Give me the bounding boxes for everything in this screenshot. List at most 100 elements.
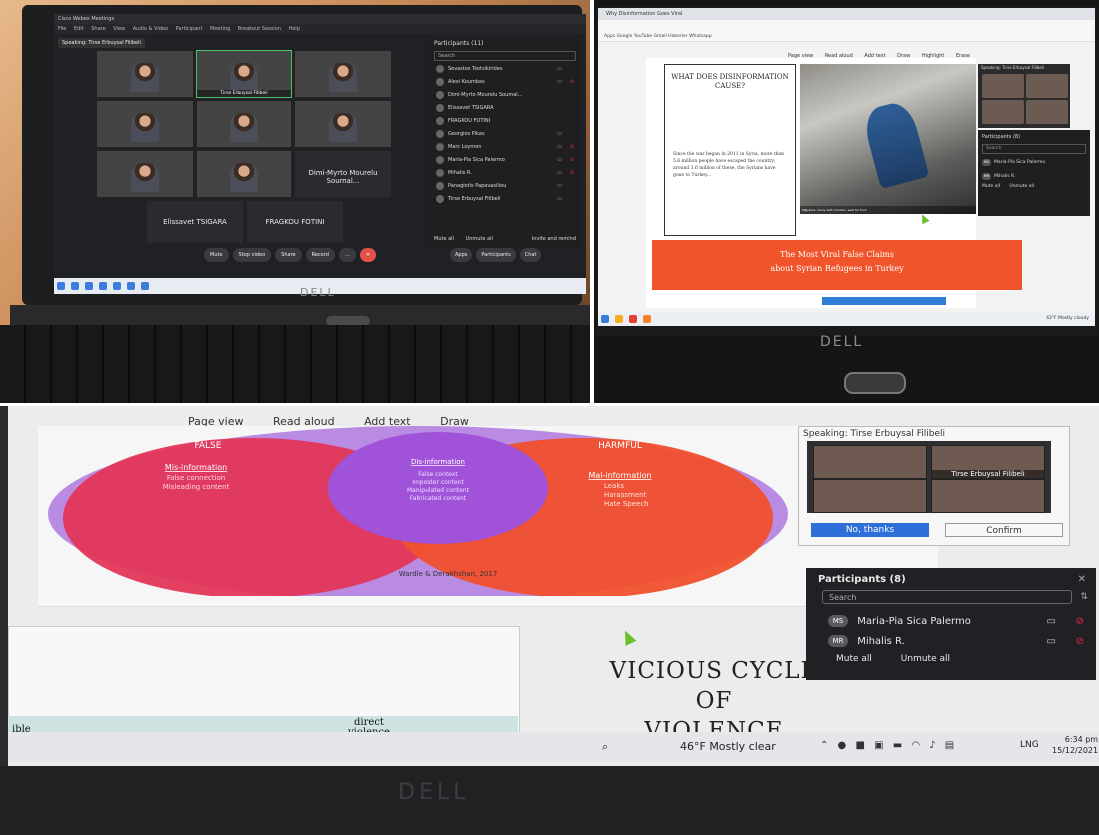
participant-row[interactable]: Elissavet TSIGARA xyxy=(430,102,580,115)
clock[interactable]: 6:34 pm 15/12/2021 xyxy=(1052,734,1098,756)
menu-item[interactable]: Share xyxy=(91,26,105,32)
start-icon[interactable] xyxy=(601,315,609,323)
participant-row[interactable]: Tirse Erbuysal Filibeli ▭ xyxy=(430,193,580,206)
mute-all-button[interactable]: Mute all xyxy=(836,654,872,664)
more-button[interactable]: … xyxy=(338,248,356,262)
chrome-icon[interactable] xyxy=(127,282,135,290)
camera-icon[interactable]: ▭ xyxy=(1047,612,1056,632)
participant-row[interactable]: FRAGKOU FOTINI xyxy=(430,115,580,128)
close-icon[interactable]: ✕ xyxy=(1078,574,1086,585)
mic-muted-icon[interactable]: ⊘ xyxy=(570,167,574,180)
system-tray-icons[interactable]: ⌃ ● ■ ▣ ▬ ◠ ♪ ▤ xyxy=(820,740,957,751)
participant-row[interactable]: MS Maria-Pia Sica Palermo ▭ ⊘ xyxy=(828,612,1090,632)
video-tile[interactable] xyxy=(813,445,927,479)
invite-button[interactable]: Invite and remind xyxy=(532,236,576,242)
mic-muted-icon[interactable]: ⊘ xyxy=(570,76,574,89)
search-icon[interactable]: ⌕ xyxy=(602,740,608,754)
folder-icon[interactable] xyxy=(615,315,623,323)
participants-search-input[interactable]: Search xyxy=(982,144,1086,154)
video-tile[interactable] xyxy=(196,150,292,198)
confirm-button[interactable]: Confirm xyxy=(945,523,1063,537)
camera-icon[interactable]: ▭ xyxy=(1047,632,1056,652)
participants-search-input[interactable]: Search xyxy=(822,590,1072,604)
video-tile[interactable]: Dimi-Myrto Mourelu Soumal... xyxy=(294,150,392,198)
video-tile[interactable]: Tirse Erbuysal Filibeli xyxy=(931,445,1045,479)
apps-button[interactable]: Apps xyxy=(450,248,473,262)
no-thanks-button[interactable]: No, thanks xyxy=(811,523,929,537)
video-tile[interactable] xyxy=(294,100,392,148)
weather-widget[interactable]: 46°F Mostly clear xyxy=(680,740,776,753)
participant-row[interactable]: Marc Loymon ▭ ⊘ xyxy=(430,141,580,154)
menu-item[interactable]: Participant xyxy=(176,26,203,32)
firefox-icon[interactable] xyxy=(643,315,651,323)
mute-all-button[interactable]: Mute all xyxy=(434,236,454,242)
menu-item[interactable]: Meeting xyxy=(210,26,230,32)
video-tile[interactable] xyxy=(931,479,1045,513)
unmute-all-button[interactable]: Unmute all xyxy=(466,236,493,242)
participant-row[interactable]: Panagiotis Papavasiliou ▭ xyxy=(430,180,580,193)
video-tile[interactable]: Elissavet TSIGARA xyxy=(146,200,244,244)
participant-row[interactable]: Dimi-Myrto Mourelu Soumal... xyxy=(430,89,580,102)
unmute-all-button[interactable]: Unmute all xyxy=(901,654,950,664)
address-bar[interactable] xyxy=(598,20,1095,32)
start-icon[interactable] xyxy=(57,282,65,290)
mic-muted-icon[interactable]: ⊘ xyxy=(570,154,574,167)
participants-search-input[interactable]: Search xyxy=(434,51,576,61)
search-icon[interactable] xyxy=(71,282,79,290)
mic-muted-icon[interactable]: ⊘ xyxy=(1076,612,1084,632)
participants-button[interactable]: Participants xyxy=(476,248,516,262)
menu-item[interactable]: Breakout Session xyxy=(238,26,281,32)
share-button[interactable]: Share xyxy=(275,248,302,262)
mute-button[interactable]: Mute xyxy=(204,248,229,262)
camera-icon[interactable]: ▭ xyxy=(557,154,562,167)
participant-row[interactable]: Georgios Pikas ▭ xyxy=(430,128,580,141)
record-button[interactable]: Record xyxy=(305,248,335,262)
mic-muted-icon[interactable]: ⊘ xyxy=(570,141,574,154)
menu-item[interactable]: Help xyxy=(288,26,299,32)
stop-video-button[interactable]: Stop video xyxy=(232,248,272,262)
participant-row[interactable]: MS Maria-Pia Sica Palermo xyxy=(978,156,1090,170)
camera-icon[interactable]: ▭ xyxy=(557,193,562,206)
video-tile[interactable] xyxy=(982,74,1024,98)
participant-row[interactable]: Sevastos Tsotsikirides ▭ xyxy=(430,63,580,76)
video-tile[interactable] xyxy=(982,100,1024,124)
video-tile[interactable]: FRAGKOU FOTINI xyxy=(246,200,344,244)
end-call-button[interactable]: ✕ xyxy=(359,248,377,262)
video-tile[interactable] xyxy=(294,50,392,98)
video-tile[interactable]: Tirse Erbuysal Filibeli xyxy=(196,50,292,98)
video-tile[interactable] xyxy=(1026,100,1068,124)
video-tile[interactable] xyxy=(96,100,194,148)
participant-row[interactable]: Alexi Koumbas ▭ ⊘ xyxy=(430,76,580,89)
mute-all-button[interactable]: Mute all xyxy=(982,184,1000,189)
webex-icon[interactable] xyxy=(141,282,149,290)
participant-row[interactable]: MR Mihalis R. xyxy=(978,170,1090,184)
browser-tab[interactable]: Why Disinformation Goes Viral xyxy=(598,8,1095,20)
camera-icon[interactable]: ▭ xyxy=(557,141,562,154)
menu-item[interactable]: View xyxy=(113,26,125,32)
camera-icon[interactable]: ▭ xyxy=(557,63,562,76)
unmute-all-button[interactable]: Unmute all xyxy=(1009,184,1034,189)
video-tile[interactable] xyxy=(96,150,194,198)
folder-icon[interactable] xyxy=(99,282,107,290)
camera-icon[interactable]: ▭ xyxy=(557,180,562,193)
chrome-icon[interactable] xyxy=(629,315,637,323)
video-tile[interactable] xyxy=(813,479,927,513)
video-tile[interactable] xyxy=(196,100,292,148)
video-tile[interactable] xyxy=(1026,74,1068,98)
camera-icon[interactable]: ▭ xyxy=(557,76,562,89)
participant-row[interactable]: MR Mihalis R. ▭ ⊘ xyxy=(828,632,1090,652)
menu-item[interactable]: Edit xyxy=(74,26,84,32)
camera-icon[interactable]: ▭ xyxy=(557,167,562,180)
menu-item[interactable]: Audio & Video xyxy=(133,26,168,32)
participant-row[interactable]: Maria-Pia Sica Palermo ▭ ⊘ xyxy=(430,154,580,167)
language-indicator[interactable]: LNG xyxy=(1020,740,1039,750)
participant-row[interactable]: Mihalis R. ▭ ⊘ xyxy=(430,167,580,180)
video-tile[interactable] xyxy=(96,50,194,98)
camera-icon[interactable]: ▭ xyxy=(557,128,562,141)
edge-icon[interactable] xyxy=(85,282,93,290)
sort-icon[interactable]: ⇅ xyxy=(1080,592,1088,602)
menu-item[interactable]: File xyxy=(58,26,66,32)
chat-button[interactable]: Chat xyxy=(519,248,542,262)
mic-muted-icon[interactable]: ⊘ xyxy=(1076,632,1084,652)
mail-icon[interactable] xyxy=(113,282,121,290)
